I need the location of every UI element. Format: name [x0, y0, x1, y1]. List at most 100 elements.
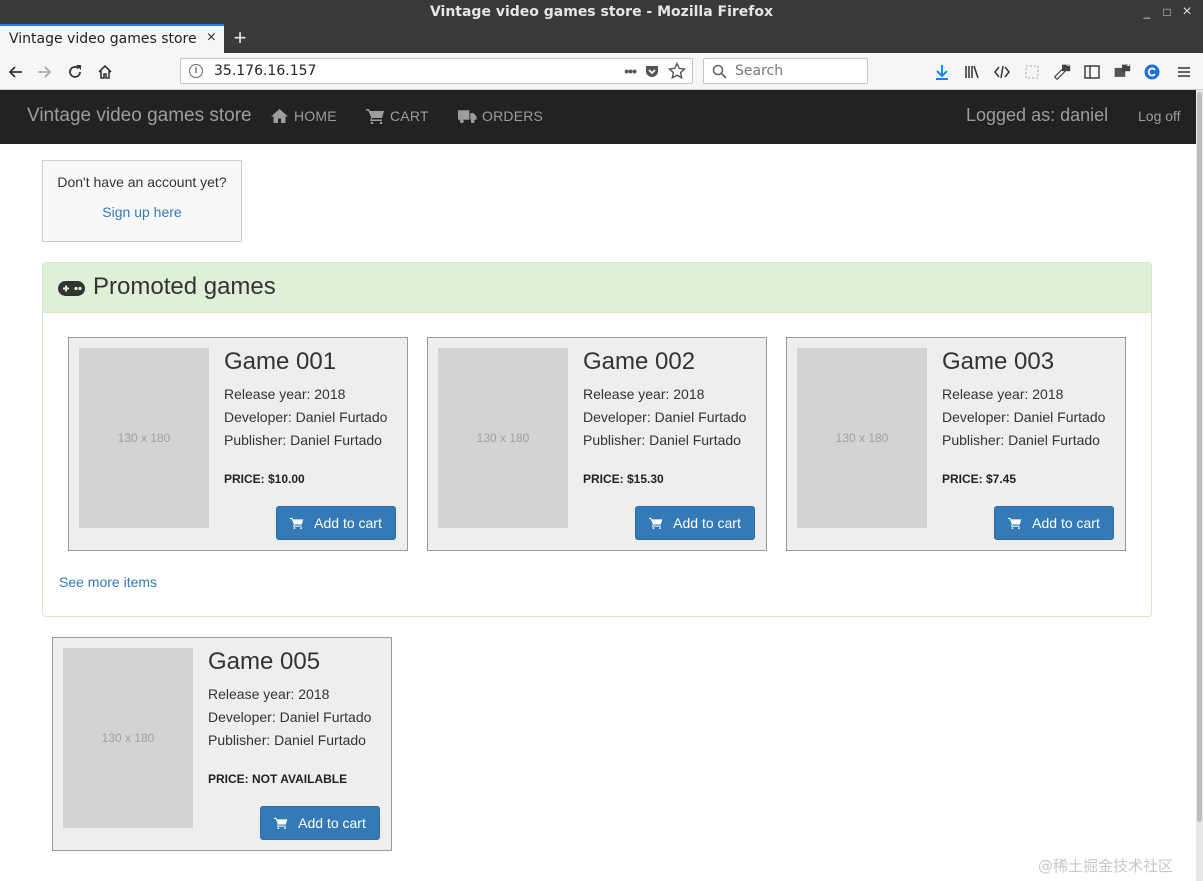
add-to-cart-button[interactable]: Add to cart: [276, 506, 396, 540]
tab-strip: Vintage video games store × +: [0, 24, 1203, 53]
screenshot-extension-icon[interactable]: 0: [1051, 59, 1073, 83]
menu-hamburger-icon[interactable]: [1173, 61, 1195, 83]
signup-link[interactable]: Sign up here: [43, 204, 241, 220]
search-placeholder: Search: [735, 63, 784, 79]
pocket-icon[interactable]: [644, 63, 660, 79]
game-developer: Developer: Daniel Furtado: [583, 409, 747, 425]
site-info-icon[interactable]: i: [189, 64, 203, 78]
site-navbar: Vintage video games store HOME CART ORDE…: [0, 90, 1196, 144]
cart-icon: [290, 517, 304, 529]
extension-badge-count: 0: [1066, 59, 1071, 68]
promoted-games-panel: Promoted games 130 x 180 Game 001 Releas…: [42, 262, 1152, 617]
nav-orders[interactable]: ORDERS: [458, 108, 543, 124]
add-to-cart-button[interactable]: Add to cart: [635, 506, 755, 540]
game-release-year: Release year: 2018: [208, 686, 330, 702]
page-actions-icon[interactable]: •••: [624, 63, 637, 79]
game-release-year: Release year: 2018: [942, 386, 1064, 402]
game-price: PRICE: NOT AVAILABLE: [208, 772, 348, 786]
game-card: 130 x 180 Game 002 Release year: 2018 De…: [427, 337, 767, 551]
add-to-cart-label: Add to cart: [314, 515, 382, 531]
game-publisher: Publisher: Daniel Furtado: [208, 732, 366, 748]
nav-home[interactable]: HOME: [270, 108, 337, 124]
bookmark-star-icon[interactable]: [668, 62, 686, 80]
cart-icon: [1008, 517, 1022, 529]
game-card: 130 x 180 Game 005 Release year: 2018 De…: [52, 637, 392, 851]
logged-user-text: Logged as: daniel: [966, 105, 1109, 125]
search-icon: [712, 64, 727, 79]
downloads-icon[interactable]: [931, 61, 953, 83]
truck-icon: [458, 110, 477, 124]
extension-placeholder-icon[interactable]: [1021, 61, 1043, 83]
game-price: PRICE: $10.00: [224, 472, 305, 486]
search-bar[interactable]: Search: [703, 58, 868, 84]
game-title: Game 002: [583, 348, 696, 375]
chat-extension-icon[interactable]: 1: [1111, 59, 1133, 83]
url-text[interactable]: 35.176.16.157: [214, 63, 316, 79]
browser-toolbar: i 35.176.16.157 ••• Search 0 1: [0, 53, 1203, 90]
game-release-year: Release year: 2018: [224, 386, 346, 402]
nav-cart-label: CART: [390, 108, 429, 124]
thumbnail-placeholder-text: 130 x 180: [835, 431, 889, 445]
library-icon[interactable]: [961, 61, 983, 83]
back-icon[interactable]: [4, 61, 26, 83]
signup-question: Don't have an account yet?: [57, 174, 227, 190]
nav-cart[interactable]: CART: [366, 108, 429, 124]
game-card: 130 x 180 Game 001 Release year: 2018 De…: [68, 337, 408, 551]
watermark-text: @稀土掘金技术社区: [1038, 857, 1174, 875]
reload-icon[interactable]: [64, 61, 86, 83]
game-price: PRICE: $15.30: [583, 472, 664, 486]
url-bar[interactable]: i 35.176.16.157 •••: [180, 58, 693, 84]
cart-icon: [366, 109, 384, 124]
game-publisher: Publisher: Daniel Furtado: [942, 432, 1100, 448]
game-publisher: Publisher: Daniel Furtado: [583, 432, 741, 448]
scrollbar-thumb[interactable]: [1197, 92, 1202, 822]
logoff-link[interactable]: Log off: [1138, 108, 1181, 124]
add-to-cart-label: Add to cart: [673, 515, 741, 531]
tab-active[interactable]: Vintage video games store ×: [0, 24, 224, 53]
new-tab-button[interactable]: +: [230, 25, 250, 51]
developer-tools-icon[interactable]: [991, 61, 1013, 83]
sidebar-icon[interactable]: [1081, 61, 1103, 83]
thumbnail-placeholder-text: 130 x 180: [101, 731, 155, 745]
game-title: Game 005: [208, 648, 321, 675]
game-developer: Developer: Daniel Furtado: [942, 409, 1106, 425]
game-publisher: Publisher: Daniel Furtado: [224, 432, 382, 448]
cart-icon: [649, 517, 663, 529]
game-card: 130 x 180 Game 003 Release year: 2018 De…: [786, 337, 1126, 551]
see-more-items-link[interactable]: See more items: [59, 574, 157, 590]
site-brand[interactable]: Vintage video games store: [27, 105, 252, 127]
thumbnail-placeholder-text: 130 x 180: [476, 431, 530, 445]
home-icon[interactable]: [94, 61, 116, 83]
window-titlebar: Vintage video games store - Mozilla Fire…: [0, 0, 1203, 24]
panel-heading: Promoted games: [43, 263, 1151, 313]
add-to-cart-button[interactable]: Add to cart: [994, 506, 1114, 540]
add-to-cart-label: Add to cart: [1032, 515, 1100, 531]
add-to-cart-button[interactable]: Add to cart: [260, 806, 380, 840]
tab-label: Vintage video games store: [9, 31, 197, 47]
game-thumbnail: 130 x 180: [79, 348, 209, 528]
game-title: Game 003: [942, 348, 1055, 375]
game-thumbnail: 130 x 180: [63, 648, 193, 828]
minimize-button[interactable]: _: [1138, 3, 1156, 21]
nav-orders-label: ORDERS: [482, 108, 544, 124]
url-bar-actions: •••: [624, 62, 686, 80]
game-thumbnail: 130 x 180: [438, 348, 568, 528]
game-developer: Developer: Daniel Furtado: [224, 409, 388, 425]
cart-icon: [274, 817, 288, 829]
game-price: PRICE: $7.45: [942, 472, 1017, 486]
nav-home-label: HOME: [294, 108, 337, 124]
close-tab-button[interactable]: ×: [207, 29, 216, 47]
gamepad-icon: [58, 281, 85, 296]
panel-title: Promoted games: [93, 273, 276, 300]
add-to-cart-label: Add to cart: [298, 815, 366, 831]
game-release-year: Release year: 2018: [583, 386, 705, 402]
window-title: Vintage video games store - Mozilla Fire…: [429, 4, 774, 20]
thumbnail-placeholder-text: 130 x 180: [117, 431, 171, 445]
forward-icon[interactable]: [34, 61, 56, 83]
game-developer: Developer: Daniel Furtado: [208, 709, 372, 725]
close-window-button[interactable]: ×: [1178, 3, 1196, 21]
account-sync-icon[interactable]: [1141, 61, 1163, 83]
home-icon: [271, 109, 288, 123]
maximize-button[interactable]: □: [1158, 3, 1176, 21]
signup-box: Don't have an account yet? Sign up here: [42, 160, 242, 242]
